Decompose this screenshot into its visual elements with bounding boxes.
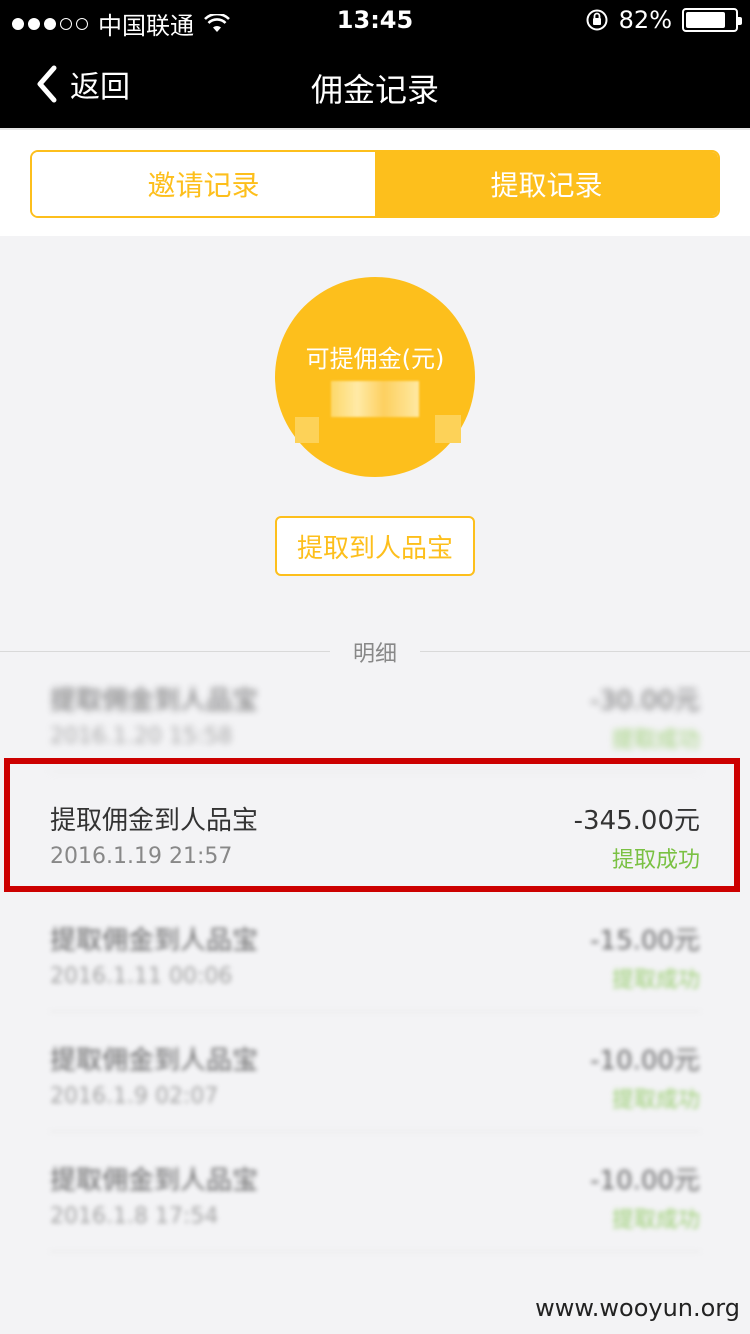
phone-screen: 中国联通 13:45 82% 返回 佣金记录 邀请记录 提取记录 可提佣金(元)… <box>0 0 750 1334</box>
segmented-control: 邀请记录 提取记录 <box>30 150 720 218</box>
record-title: 提取佣金到人品宝 <box>50 1046 259 1076</box>
record-item[interactable]: 提取佣金到人品宝 2016.1.8 17:54 -10.00元 提取成功 <box>50 1132 700 1252</box>
record-time: 2016.1.20 15:58 <box>50 724 233 749</box>
rotation-lock-icon <box>586 9 608 31</box>
pixel-block <box>435 415 461 443</box>
record-item[interactable]: 提取佣金到人品宝 2016.1.9 02:07 -10.00元 提取成功 <box>50 1012 700 1132</box>
record-amount: -15.00元 <box>590 926 700 956</box>
page-title: 佣金记录 <box>310 71 439 109</box>
record-time: 2016.1.9 02:07 <box>50 1084 219 1109</box>
balance-amount-blurred <box>331 381 419 417</box>
watermark: www.wooyun.org <box>535 1294 740 1322</box>
tab-withdraw-records[interactable]: 提取记录 <box>375 152 718 216</box>
record-status: 提取成功 <box>611 1088 700 1113</box>
record-status: 提取成功 <box>611 1208 700 1233</box>
record-time: 2016.1.8 17:54 <box>50 1204 219 1229</box>
record-status: 提取成功 <box>611 968 700 993</box>
battery-percent: 82% <box>618 6 672 34</box>
record-amount: -10.00元 <box>590 1046 700 1076</box>
tab-invite-records[interactable]: 邀请记录 <box>32 152 375 216</box>
pixel-block <box>295 417 319 443</box>
record-title: 提取佣金到人品宝 <box>50 686 259 716</box>
status-right: 82% <box>585 6 742 34</box>
record-time: 2016.1.11 00:06 <box>50 964 233 989</box>
record-title: 提取佣金到人品宝 <box>50 1166 259 1196</box>
withdraw-to-renpinbao-button[interactable]: 提取到人品宝 <box>275 516 475 576</box>
balance-circle: 可提佣金(元) <box>275 277 475 477</box>
nav-bar: 返回 佣金记录 <box>0 40 750 128</box>
record-item[interactable]: 提取佣金到人品宝 2016.1.11 00:06 -15.00元 提取成功 <box>50 892 700 1012</box>
tab-bar-container: 邀请记录 提取记录 <box>0 128 750 236</box>
record-title: 提取佣金到人品宝 <box>50 926 259 956</box>
record-status: 提取成功 <box>611 728 700 753</box>
status-bar: 中国联通 13:45 82% <box>0 0 750 40</box>
record-amount: -30.00元 <box>590 686 700 716</box>
battery-icon <box>682 8 742 32</box>
record-amount: -10.00元 <box>590 1166 700 1196</box>
balance-label: 可提佣金(元) <box>305 345 445 373</box>
highlight-annotation-box <box>4 758 740 892</box>
record-item[interactable]: 提取佣金到人品宝 2016.1.20 15:58 -30.00元 提取成功 <box>50 652 700 772</box>
